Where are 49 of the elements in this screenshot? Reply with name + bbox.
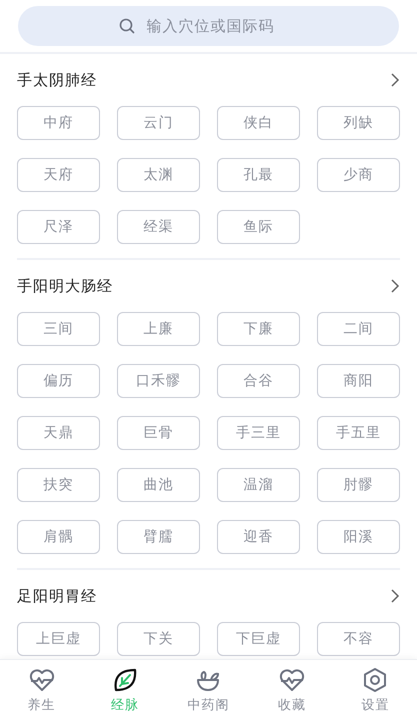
acupoint-chip[interactable]: 经渠	[117, 210, 200, 244]
acupoint-chip[interactable]: 不容	[317, 622, 400, 656]
acupoint-chip[interactable]: 温溜	[217, 468, 300, 502]
acupoint-chip[interactable]: 偏历	[17, 364, 100, 398]
acupoint-chip[interactable]: 曲池	[117, 468, 200, 502]
acupoint-chip[interactable]: 鱼际	[217, 210, 300, 244]
acupoint-chip[interactable]: 商阳	[317, 364, 400, 398]
acupoint-chip[interactable]: 臂臑	[117, 520, 200, 554]
acupoint-chip[interactable]: 云门	[117, 106, 200, 140]
acupoint-chip[interactable]: 三间	[17, 312, 100, 346]
search-field[interactable]: 输入穴位或国际码	[18, 6, 399, 46]
meridian-title: 足阳明胃经	[17, 586, 97, 606]
chevron-right-icon[interactable]	[390, 278, 400, 294]
meridian-title: 手太阴肺经	[17, 70, 97, 90]
acupoint-chip[interactable]: 迎香	[217, 520, 300, 554]
tab[interactable]: 设置	[340, 660, 410, 720]
acupoint-chip[interactable]: 孔最	[217, 158, 300, 192]
acupoint-chip[interactable]: 太渊	[117, 158, 200, 192]
search-input[interactable]: 输入穴位或国际码	[144, 16, 298, 36]
acupoint-chip[interactable]: 侠白	[217, 106, 300, 140]
chevron-right-icon[interactable]	[390, 588, 400, 604]
acupoint-chip[interactable]: 手五里	[317, 416, 400, 450]
acupoint-chip[interactable]: 口禾髎	[117, 364, 200, 398]
acupoint-chip[interactable]: 下关	[117, 622, 200, 656]
acupoint-chip[interactable]: 列缺	[317, 106, 400, 140]
acupoint-chip[interactable]: 下巨虚	[217, 622, 300, 656]
tab[interactable]: 养生	[6, 660, 77, 720]
chevron-right-icon[interactable]	[390, 72, 400, 88]
acupoint-chip[interactable]: 合谷	[217, 364, 300, 398]
meridian-title: 手阳明大肠经	[17, 276, 113, 296]
search-icon	[118, 18, 134, 34]
acupoint-chip[interactable]: 扶突	[17, 468, 100, 502]
acupoint-chip[interactable]: 中府	[17, 106, 100, 140]
acupoint-chip[interactable]: 肘髎	[317, 468, 400, 502]
acupoint-chip[interactable]: 尺泽	[17, 210, 100, 244]
acupoint-chip[interactable]: 二间	[317, 312, 400, 346]
acupoint-chip[interactable]: 上巨虚	[17, 622, 100, 656]
acupoint-chip[interactable]: 阳溪	[317, 520, 400, 554]
acupoint-chip[interactable]: 手三里	[217, 416, 300, 450]
acupoint-chip[interactable]: 巨骨	[117, 416, 200, 450]
tab[interactable]: 经脉	[90, 660, 160, 720]
acupoint-chip[interactable]: 上廉	[117, 312, 200, 346]
acupoint-chip[interactable]: 天鼎	[17, 416, 100, 450]
acupoint-chip[interactable]: 天府	[17, 158, 100, 192]
acupoint-chip[interactable]: 少商	[317, 158, 400, 192]
acupoint-chip[interactable]: 下廉	[217, 312, 300, 346]
tab[interactable]: 中药阁	[173, 660, 244, 720]
acupoint-chip[interactable]: 肩髃	[17, 520, 100, 554]
tab[interactable]: 收藏	[256, 660, 327, 720]
